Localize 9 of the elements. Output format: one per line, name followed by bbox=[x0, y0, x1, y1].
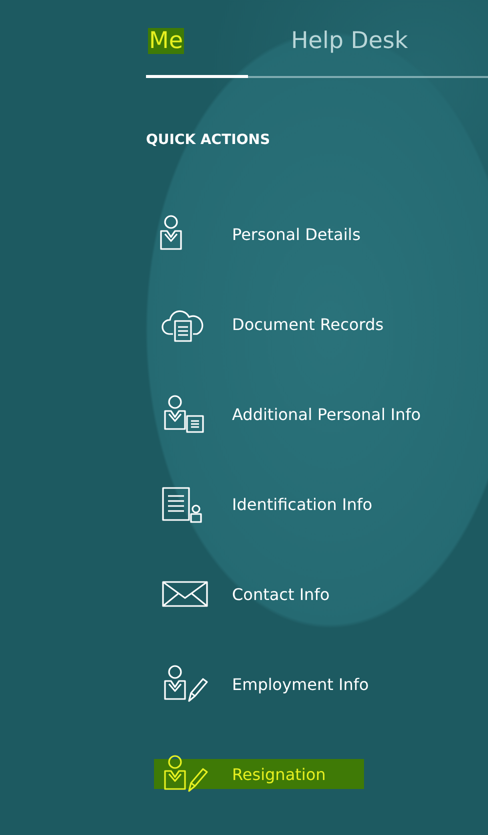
quick-action-link[interactable]: Identification Info bbox=[146, 484, 488, 524]
tab[interactable]: Me bbox=[146, 26, 246, 56]
tab[interactable]: Help Desk bbox=[288, 26, 411, 56]
quick-action-link[interactable]: Additional Personal Info bbox=[146, 394, 488, 434]
quick-action-link[interactable]: Personal Details bbox=[146, 214, 488, 254]
quick-action-link[interactable]: Employment Info bbox=[146, 664, 488, 704]
section-title: QUICK ACTIONS bbox=[146, 132, 272, 148]
quick-action-link[interactable]: Document Records bbox=[146, 304, 488, 344]
quick-action-link[interactable]: Contact Info bbox=[146, 574, 488, 614]
